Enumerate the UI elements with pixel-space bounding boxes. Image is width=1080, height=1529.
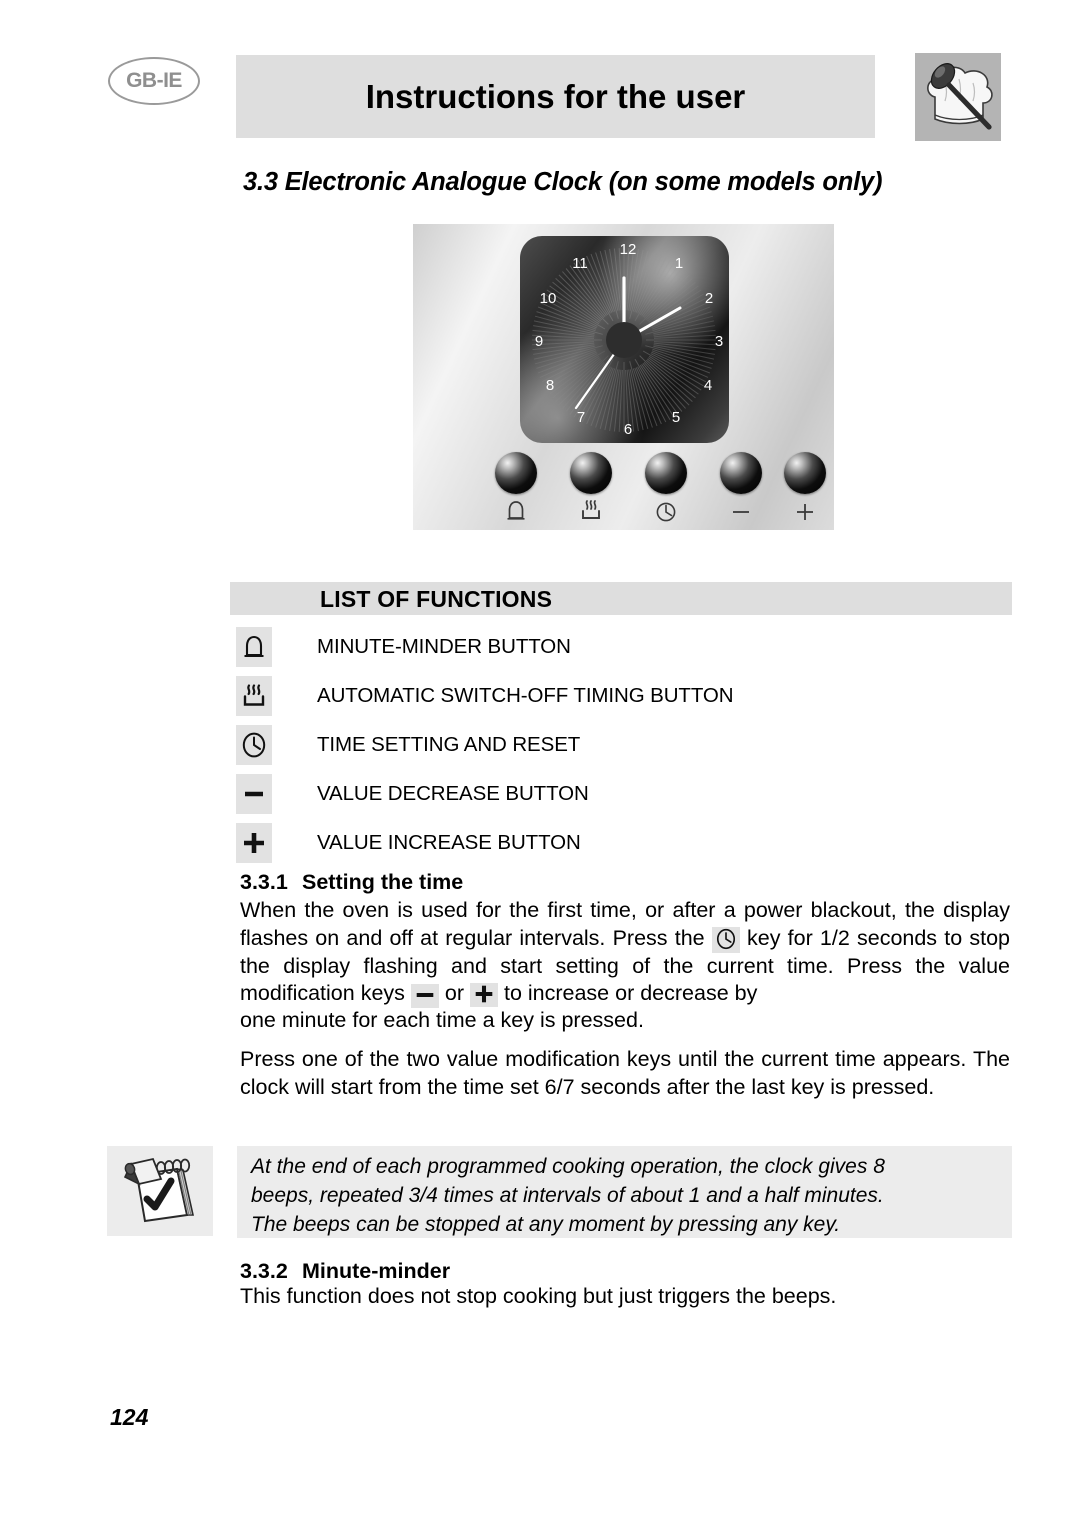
note-line-3: The beeps can be stopped at any moment b…: [251, 1213, 841, 1236]
language-badge: GB-IE: [108, 57, 200, 105]
function-label: AUTOMATIC SWITCH-OFF TIMING BUTTON: [317, 684, 734, 707]
function-row-minute-minder: MINUTE-MINDER BUTTON: [236, 627, 1016, 676]
knob[interactable]: [784, 452, 826, 494]
function-row-auto-switch-off: AUTOMATIC SWITCH-OFF TIMING BUTTON: [236, 676, 1016, 725]
section-heading: 3.3 Electronic Analogue Clock (on some m…: [243, 168, 883, 196]
minus-icon: [713, 497, 769, 525]
clock-numeral-8: 8: [545, 377, 555, 394]
plus-icon: [777, 497, 833, 525]
chef-hat-spoon-icon: [915, 53, 1001, 141]
clock-numeral-3: 3: [714, 333, 724, 350]
note-line-2: beeps, repeated 3/4 times at intervals o…: [251, 1184, 884, 1207]
subsection-title: Setting the time: [302, 870, 464, 894]
notepad-pencil-check-icon: [123, 1157, 194, 1223]
bell-icon: [488, 497, 544, 525]
list-of-functions-bar: LIST OF FUNCTIONS: [230, 582, 1012, 615]
page-header: GB-IE Instructions for the user: [0, 0, 1080, 150]
function-row-time-setting: TIME SETTING AND RESET: [236, 725, 1016, 774]
function-label: VALUE INCREASE BUTTON: [317, 831, 581, 854]
note-line-1: At the end of each programmed cooking op…: [251, 1155, 885, 1178]
panel-button-value-increase[interactable]: [777, 452, 833, 525]
plus-icon: [469, 983, 498, 1007]
panel-button-auto-switch-off[interactable]: [563, 452, 619, 525]
function-label: MINUTE-MINDER BUTTON: [317, 635, 571, 658]
subsection-number: 3.3.2: [240, 1259, 288, 1283]
clock-panel-figure: 12 1 2 3 4 5 6 7 8 9 10 11: [413, 224, 834, 530]
clock-numeral-1: 1: [674, 255, 684, 272]
panel-button-row: [413, 452, 834, 530]
function-row-value-decrease: VALUE DECREASE BUTTON: [236, 774, 1016, 823]
clock-numeral-4: 4: [703, 377, 713, 394]
note-box: At the end of each programmed cooking op…: [237, 1146, 1012, 1238]
paragraph-minute-minder: This function does not stop cooking but …: [240, 1284, 837, 1308]
heating-element-icon: [563, 497, 619, 525]
paragraph-text: to increase or decrease by: [503, 981, 758, 1005]
subsection-number: 3.3.1: [240, 870, 288, 894]
heating-element-icon: [236, 676, 272, 716]
language-badge-label: GB-IE: [126, 69, 182, 92]
clock-numeral-10: 10: [539, 290, 557, 307]
function-label: VALUE DECREASE BUTTON: [317, 782, 589, 805]
functions-list: MINUTE-MINDER BUTTON AUTOMATIC SWITCH-OF…: [236, 627, 1016, 872]
bell-icon: [236, 627, 272, 667]
knob[interactable]: [495, 452, 537, 494]
clock-numeral-9: 9: [534, 333, 544, 350]
page-title: Instructions for the user: [365, 77, 746, 115]
list-of-functions-title: LIST OF FUNCTIONS: [320, 586, 553, 612]
panel-button-value-decrease[interactable]: [713, 452, 769, 525]
panel-button-time-setting[interactable]: [638, 452, 694, 525]
note-icon-container: [107, 1146, 213, 1236]
paragraph-conjunction: or: [444, 981, 464, 1005]
note-text: At the end of each programmed cooking op…: [251, 1152, 999, 1239]
page-number: 124: [110, 1404, 149, 1430]
header-title-bar: Instructions for the user: [236, 55, 875, 138]
subsection-heading-setting-the-time: 3.3.1 Setting the time: [240, 870, 463, 895]
subsection-heading-minute-minder: 3.3.2 Minute-minder: [240, 1259, 450, 1284]
knob[interactable]: [720, 452, 762, 494]
clock-icon: [711, 926, 740, 953]
clock-numeral-12: 12: [619, 241, 637, 258]
function-label: TIME SETTING AND RESET: [317, 733, 581, 756]
clock-numeral-7: 7: [576, 409, 586, 426]
paragraph-setting-time-part1: When the oven is used for the first time…: [240, 897, 1010, 1008]
clock-numeral-6: 6: [623, 421, 633, 438]
minus-icon: [410, 984, 439, 1008]
clock-icon: [638, 497, 694, 525]
knob[interactable]: [645, 452, 687, 494]
minus-icon: [236, 774, 272, 814]
clock-numeral-2: 2: [704, 290, 714, 307]
paragraph-setting-time-part2: one minute for each time a key is presse…: [240, 1008, 644, 1032]
subsection-title: Minute-minder: [302, 1259, 451, 1283]
clock-numeral-5: 5: [671, 409, 681, 426]
paragraph-setting-time-part3: Press one of the two value modification …: [240, 1047, 1010, 1099]
function-row-value-increase: VALUE INCREASE BUTTON: [236, 823, 1016, 872]
clock-icon: [236, 725, 272, 765]
plus-icon: [236, 823, 272, 863]
analogue-clock-face: 12 1 2 3 4 5 6 7 8 9 10 11: [520, 236, 729, 443]
clock-numeral-11: 11: [572, 255, 588, 272]
panel-button-minute-minder[interactable]: [488, 452, 544, 525]
knob[interactable]: [570, 452, 612, 494]
